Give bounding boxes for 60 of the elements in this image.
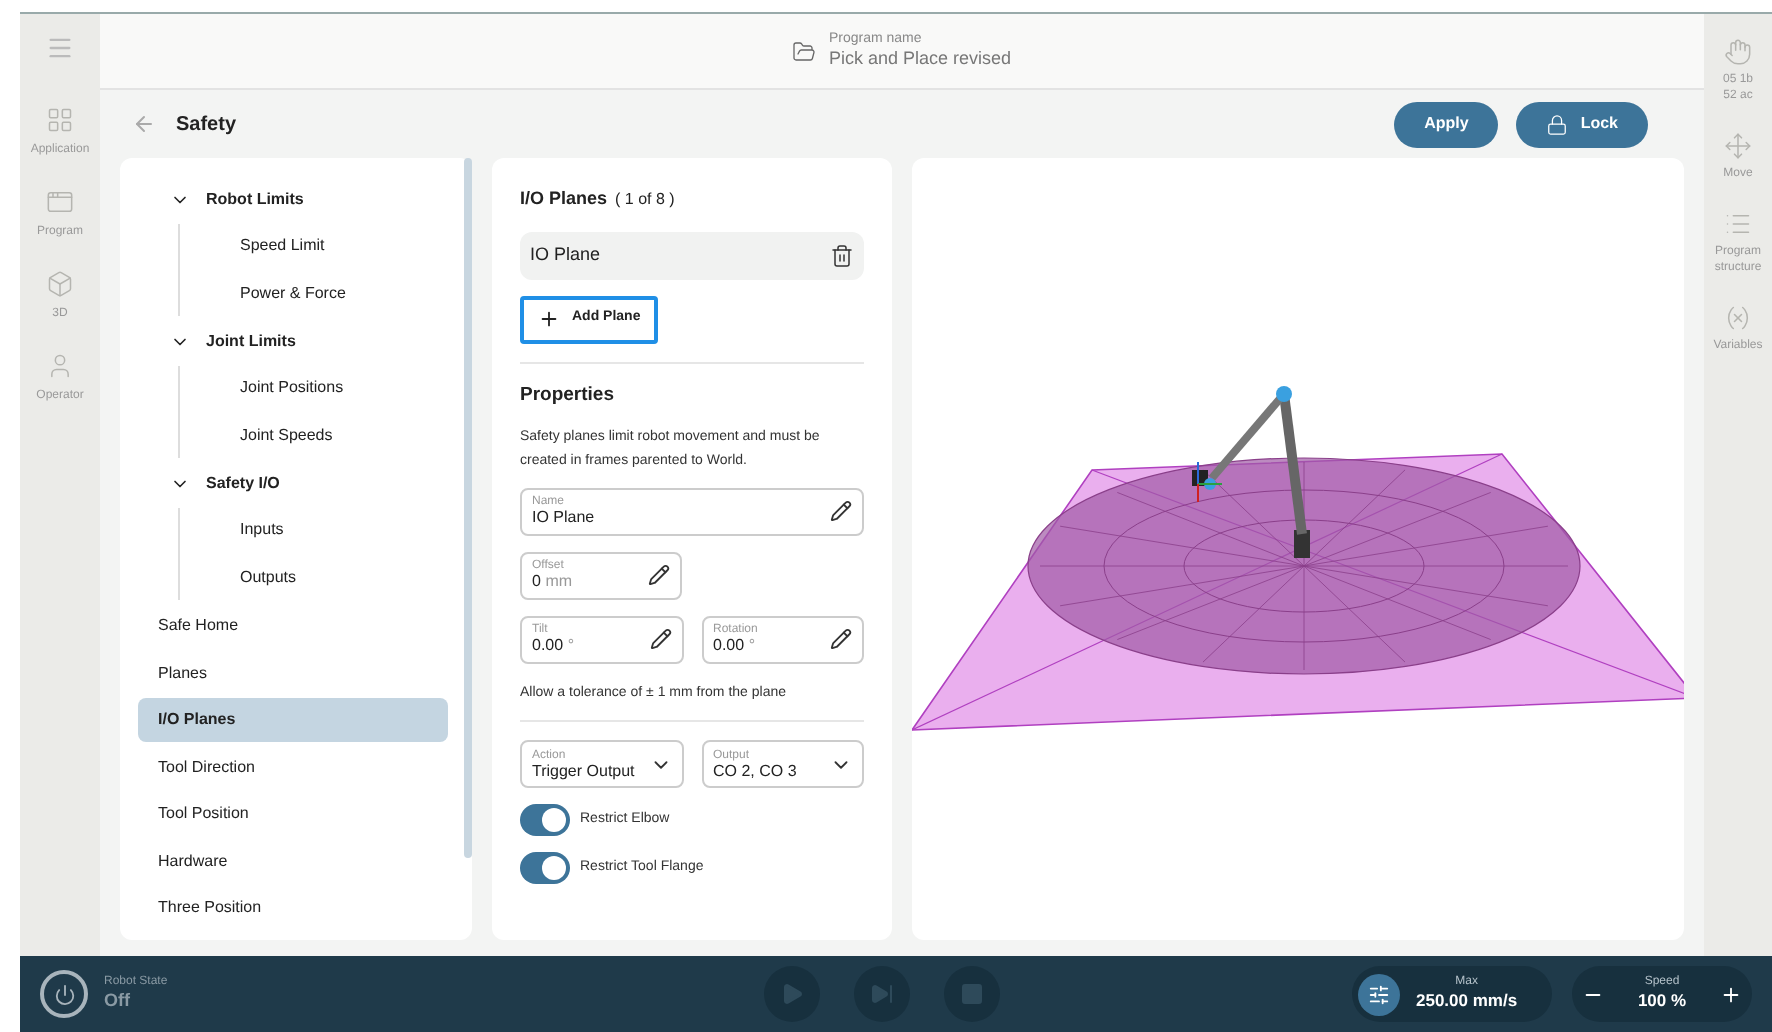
edit-icon <box>830 628 852 651</box>
nav-item[interactable]: Outputs <box>180 555 448 599</box>
nav-item[interactable]: Tool Position <box>138 792 448 836</box>
power-button[interactable] <box>40 970 88 1018</box>
edit-icon <box>830 500 852 523</box>
scrollbar[interactable] <box>464 158 472 858</box>
user-icon <box>46 352 74 380</box>
nav-item[interactable]: Hardware <box>138 839 448 883</box>
plus-icon[interactable] <box>1719 983 1742 1005</box>
skip-icon <box>870 982 894 1006</box>
window-icon <box>45 188 74 216</box>
nav-item[interactable]: Safety I/O <box>138 462 448 506</box>
nav-item[interactable]: Joint Limits <box>138 320 448 364</box>
nav-item[interactable]: I/O Planes <box>138 698 448 742</box>
header-button[interactable]: Lock <box>1516 101 1648 147</box>
field-value: IO Plane <box>532 510 597 527</box>
toggle-switch[interactable] <box>520 852 570 885</box>
nav-item[interactable]: Planes <box>138 651 448 695</box>
field-value: 0 mm <box>532 574 575 591</box>
nav-item[interactable]: Power & Force <box>180 271 448 315</box>
nav-item[interactable]: Robot Limits <box>138 178 448 222</box>
play-icon <box>780 982 804 1006</box>
nav-item[interactable]: Tool Direction <box>138 745 448 789</box>
nav-item[interactable]: Inputs <box>180 508 448 552</box>
cube-icon <box>46 270 74 298</box>
lock-icon <box>1546 113 1569 135</box>
grid-icon <box>45 106 74 134</box>
3d-viewport[interactable] <box>912 158 1684 940</box>
page-title: Safety <box>176 111 239 139</box>
field-value: Trigger Output <box>532 763 637 780</box>
robot-state: Off <box>104 990 132 1013</box>
plus-icon <box>538 308 560 330</box>
stop-icon <box>960 982 984 1006</box>
edit-icon <box>648 564 670 587</box>
sliders-icon <box>1358 973 1400 1015</box>
field-value: 0.00 ° <box>713 638 758 655</box>
folder-icon <box>792 39 817 63</box>
field-value: 0.00 ° <box>532 638 577 655</box>
max-value: 250.00 mm/s <box>1416 990 1518 1013</box>
move-icon <box>1723 132 1752 160</box>
plane-name: IO Plane <box>530 241 601 268</box>
trash-icon[interactable] <box>830 243 854 267</box>
field-value: CO 2, CO 3 <box>713 763 799 780</box>
nav-item[interactable]: Three Position <box>138 886 448 930</box>
nav-item[interactable]: Joint Positions <box>180 366 448 410</box>
nav-item[interactable]: Joint Speeds <box>180 413 448 457</box>
header-button[interactable]: Apply <box>1394 101 1499 147</box>
power-icon <box>53 983 75 1005</box>
variable-icon <box>1723 304 1752 332</box>
properties-heading: Properties <box>520 381 616 409</box>
plane-item[interactable]: IO Plane <box>520 231 864 279</box>
program-name: Pick and Place revised <box>828 48 1012 71</box>
hand-icon <box>1723 38 1752 66</box>
edit-icon <box>649 628 671 651</box>
section-title: I/O Planes <box>520 186 608 212</box>
plane-count: ( 1 of 8 ) <box>615 188 675 212</box>
nav-item[interactable]: Speed Limit <box>180 224 448 268</box>
toggle-switch[interactable] <box>520 804 570 837</box>
nav-item[interactable]: Safe Home <box>138 604 448 648</box>
speed-value: 100 % <box>1637 990 1687 1013</box>
